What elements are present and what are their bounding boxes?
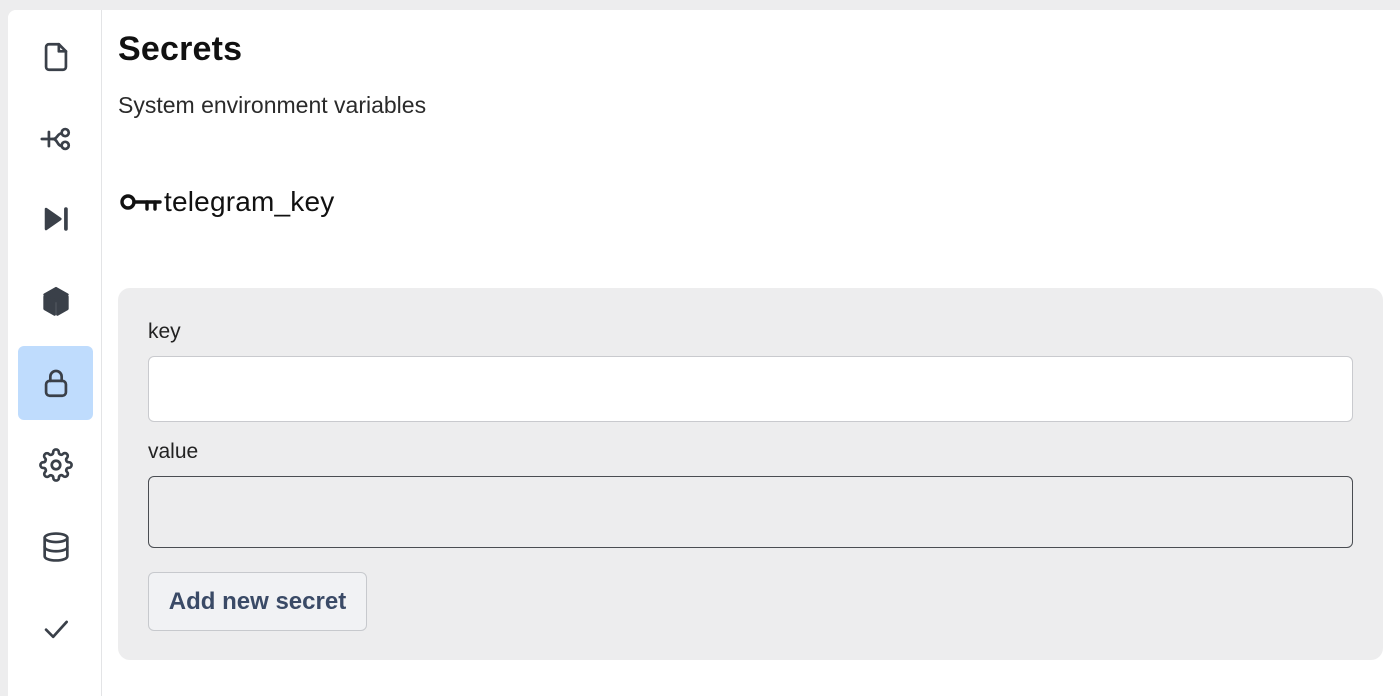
new-secret-form: key value Add new secret [118, 288, 1383, 660]
add-secret-button[interactable]: Add new secret [148, 572, 367, 631]
check-icon [44, 620, 68, 639]
sidebar-item-data[interactable] [18, 510, 93, 584]
secret-name: telegram_key [164, 186, 335, 217]
app-window: Secrets System environment variables tel… [8, 10, 1400, 696]
sidebar-item-packages[interactable] [18, 264, 93, 338]
key-label: key [148, 320, 181, 343]
sidebar-item-flows[interactable] [18, 102, 93, 176]
page-subtitle: System environment variables [118, 92, 427, 118]
page-title: Secrets [118, 30, 243, 68]
package-icon [42, 286, 69, 316]
sidebar-item-secrets[interactable] [18, 346, 93, 420]
sidebar-item-checks[interactable] [18, 592, 93, 666]
sidebar [8, 10, 102, 696]
secret-item[interactable]: telegram_key [120, 186, 334, 218]
sidebar-item-files[interactable] [18, 20, 93, 94]
main-content: Secrets System environment variables tel… [118, 10, 1400, 696]
sidebar-item-settings[interactable] [18, 428, 93, 502]
gear-icon [38, 448, 73, 482]
database-icon [42, 532, 69, 562]
lock-icon [44, 369, 67, 398]
value-label: value [148, 440, 199, 463]
sidebar-item-runs[interactable] [18, 182, 93, 256]
key-icon [120, 194, 162, 211]
value-input[interactable] [148, 476, 1353, 548]
play-skip-icon [44, 207, 68, 231]
key-input[interactable] [148, 356, 1353, 422]
flow-icon [39, 127, 70, 151]
file-icon [44, 42, 67, 72]
